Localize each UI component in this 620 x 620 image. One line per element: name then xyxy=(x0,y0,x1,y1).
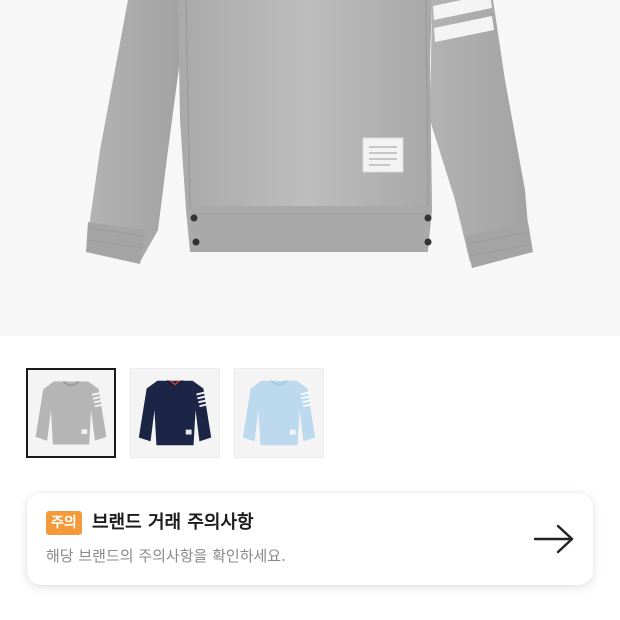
thumbnail-grey-image xyxy=(35,380,107,445)
brand-notice-card[interactable]: 주의 브랜드 거래 주의사항 해당 브랜드의 주의사항을 확인하세요. xyxy=(27,493,593,585)
notice-title: 브랜드 거래 주의사항 xyxy=(92,512,254,533)
thumbnail-grey[interactable] xyxy=(26,368,116,458)
thumbnail-light-blue-image xyxy=(242,380,316,446)
thumbnail-light-blue[interactable] xyxy=(234,368,324,458)
thumbnail-navy[interactable] xyxy=(130,368,220,458)
sweatshirt-illustration xyxy=(86,0,533,268)
arrow-right-icon[interactable] xyxy=(532,521,576,557)
thumbnail-navy-image xyxy=(138,380,212,446)
product-main-image[interactable] xyxy=(0,0,620,336)
caution-badge: 주의 xyxy=(46,511,82,535)
notice-subtitle: 해당 브랜드의 주의사항을 확인하세요. xyxy=(46,547,286,565)
